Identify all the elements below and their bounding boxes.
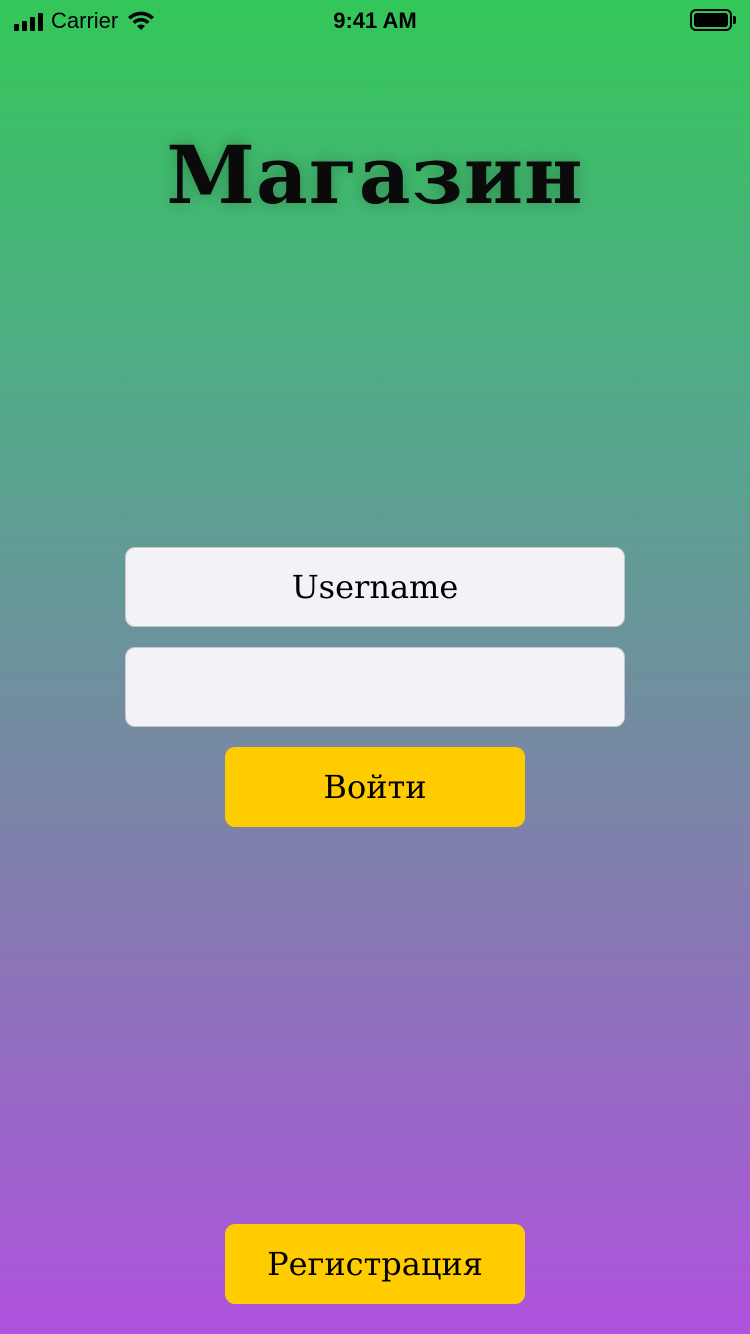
battery-icon [690, 9, 736, 31]
status-bar: Carrier 9:41 AM [0, 0, 750, 40]
app-title: Магазин [166, 128, 584, 222]
password-field[interactable] [125, 647, 625, 727]
login-button-label: Войти [323, 768, 427, 806]
status-bar-time: 9:41 AM [333, 8, 417, 33]
register-button[interactable]: Регистрация [225, 1224, 525, 1304]
register-button-label: Регистрация [267, 1245, 483, 1283]
login-button[interactable]: Войти [225, 747, 525, 827]
username-field[interactable] [125, 547, 625, 627]
